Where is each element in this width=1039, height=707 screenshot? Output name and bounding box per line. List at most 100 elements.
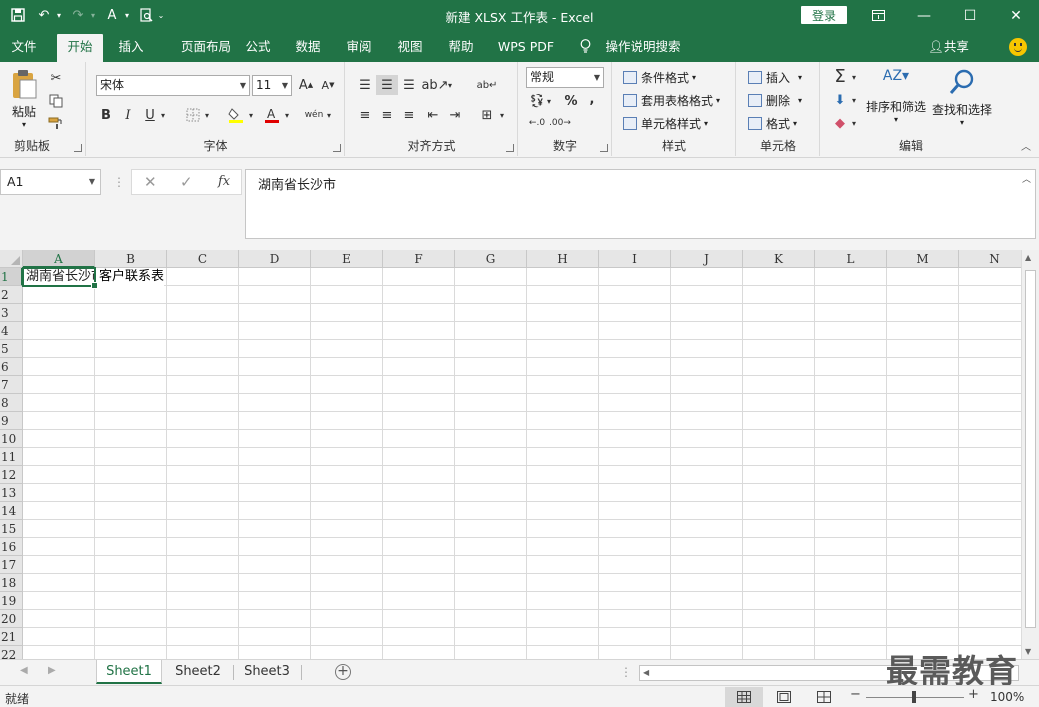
column-header-n[interactable]: N — [959, 250, 1021, 268]
align-top-icon[interactable]: ☰ — [354, 75, 376, 95]
row-header-2[interactable]: 2 — [0, 286, 23, 304]
login-button[interactable]: 登录 — [801, 6, 847, 24]
fill-icon[interactable]: ⬇ — [829, 90, 851, 110]
format-as-table-button[interactable]: 套用表格格式 ▾ — [623, 90, 720, 110]
zoom-in-icon[interactable]: + — [968, 687, 979, 702]
column-header-b[interactable]: B — [95, 250, 167, 268]
cell-area[interactable] — [23, 268, 1021, 659]
row-header-9[interactable]: 9 — [0, 412, 23, 430]
wrap-text-icon[interactable]: ab↵ — [476, 75, 498, 95]
tab-data[interactable]: 数据 — [288, 31, 328, 62]
fill-dropdown-icon[interactable]: ▾ — [849, 90, 859, 110]
sheet-tab-sheet2[interactable]: Sheet2 — [165, 660, 231, 684]
row-header-8[interactable]: 8 — [0, 394, 23, 412]
paste-button[interactable]: 粘贴 ▾ — [6, 68, 42, 129]
increase-indent-icon[interactable]: ⇥ — [444, 105, 466, 125]
tab-formulas[interactable]: 公式 — [238, 31, 278, 62]
sheet-tab-sheet3[interactable]: Sheet3 — [235, 660, 299, 684]
align-middle-icon[interactable]: ☰ — [376, 75, 398, 95]
clear-dropdown-icon[interactable]: ▾ — [849, 113, 859, 133]
collapse-formula-bar-icon[interactable]: ︿ — [1022, 172, 1031, 185]
undo-dropdown-icon[interactable]: ▾ — [54, 4, 64, 26]
row-header-17[interactable]: 17 — [0, 556, 23, 574]
prev-sheet-icon[interactable]: ◀ — [20, 665, 28, 676]
column-header-k[interactable]: K — [743, 250, 815, 268]
cell-styles-button[interactable]: 单元格样式 ▾ — [623, 113, 708, 133]
zoom-out-icon[interactable]: − — [850, 687, 861, 702]
underline-dropdown-icon[interactable]: ▾ — [157, 105, 169, 125]
italic-button[interactable]: I — [117, 105, 139, 125]
font-color-dropdown-icon[interactable]: ▾ — [122, 4, 132, 26]
name-box[interactable]: A1 ▼ — [0, 169, 101, 195]
format-painter-qat-icon[interactable]: A — [100, 4, 124, 26]
font-size-select[interactable]: 11 ▼ — [252, 75, 292, 96]
phonetic-dropdown-icon[interactable]: ▾ — [323, 105, 335, 125]
copy-icon[interactable] — [45, 91, 67, 111]
tab-insert[interactable]: 插入 — [110, 31, 152, 62]
enter-icon[interactable]: ✓ — [180, 173, 193, 191]
row-header-6[interactable]: 6 — [0, 358, 23, 376]
font-name-select[interactable]: 宋体 ▼ — [96, 75, 250, 96]
column-header-d[interactable]: D — [239, 250, 311, 268]
zoom-level[interactable]: 100% — [990, 690, 1024, 704]
zoom-slider-thumb[interactable] — [912, 691, 916, 703]
font-launcher-icon[interactable] — [333, 144, 341, 152]
minimize-icon[interactable]: — — [901, 0, 947, 31]
format-painter-icon[interactable] — [45, 113, 67, 133]
worksheet-grid[interactable]: ABCDEFGHIJKLMN 1 2 3 4 5 6 7 8 9 10 11 12 13 14 15 16 17… — [0, 250, 1021, 659]
increase-decimal-icon[interactable]: ←.0 — [526, 113, 548, 133]
row-header-12[interactable]: 12 — [0, 466, 23, 484]
column-header-c[interactable]: C — [167, 250, 239, 268]
row-header-22[interactable]: 22 — [0, 646, 23, 659]
collapse-ribbon-icon[interactable]: ︿ — [1021, 138, 1031, 153]
next-sheet-icon[interactable]: ▶ — [48, 665, 56, 676]
cell-b1[interactable]: 客户联系表 — [96, 268, 165, 286]
scroll-left-icon[interactable]: ◀ — [643, 666, 649, 680]
tell-me-search[interactable]: 操作说明搜索 — [603, 31, 683, 62]
accounting-dropdown-icon[interactable]: ▾ — [544, 91, 554, 111]
row-header-7[interactable]: 7 — [0, 376, 23, 394]
tab-wps-pdf[interactable]: WPS PDF — [493, 31, 559, 62]
row-header-13[interactable]: 13 — [0, 484, 23, 502]
alignment-launcher-icon[interactable] — [506, 144, 514, 152]
undo-icon[interactable]: ↶ — [32, 4, 56, 26]
number-format-select[interactable]: 常规 ▼ — [526, 67, 604, 88]
number-launcher-icon[interactable] — [600, 144, 608, 152]
row-header-19[interactable]: 19 — [0, 592, 23, 610]
close-icon[interactable]: ✕ — [993, 0, 1039, 31]
fill-color-dropdown-icon[interactable]: ▾ — [245, 105, 257, 125]
conditional-formatting-button[interactable]: 条件格式 ▾ — [623, 67, 696, 87]
maximize-icon[interactable]: ☐ — [947, 0, 993, 31]
tab-help[interactable]: 帮助 — [441, 31, 481, 62]
borders-dropdown-icon[interactable]: ▾ — [201, 105, 213, 125]
save-icon[interactable] — [6, 4, 30, 26]
page-layout-view-button[interactable] — [765, 687, 803, 707]
row-header-3[interactable]: 3 — [0, 304, 23, 322]
clipboard-launcher-icon[interactable] — [74, 144, 82, 152]
page-break-view-button[interactable] — [805, 687, 843, 707]
insert-cells-button[interactable]: 插入 ▾ — [748, 67, 802, 87]
sort-filter-button[interactable]: AZ▾ 排序和筛选 ▾ — [863, 68, 929, 124]
normal-view-button[interactable] — [725, 687, 763, 707]
percent-style-button[interactable]: % — [560, 91, 582, 111]
find-select-button[interactable]: 查找和选择 ▾ — [929, 68, 995, 127]
align-center-icon[interactable]: ≡ — [376, 105, 398, 125]
align-left-icon[interactable]: ≡ — [354, 105, 376, 125]
decrease-decimal-icon[interactable]: .00→ — [549, 113, 571, 133]
sheet-tab-sheet1[interactable]: Sheet1 — [96, 660, 162, 684]
vertical-scroll-thumb[interactable] — [1025, 270, 1036, 628]
merge-center-icon[interactable]: ⊞ — [476, 105, 498, 125]
tab-home[interactable]: 开始 — [57, 34, 103, 62]
decrease-font-size-icon[interactable]: A ▼ — [317, 75, 339, 95]
phonetic-guide-icon[interactable]: wén — [303, 105, 325, 125]
orientation-icon[interactable]: ab↗ — [421, 75, 448, 95]
column-header-e[interactable]: E — [311, 250, 383, 268]
font-color-icon[interactable]: A — [261, 105, 283, 125]
row-header-20[interactable]: 20 — [0, 610, 23, 628]
increase-font-size-icon[interactable]: A ▲ — [295, 75, 317, 95]
formula-input[interactable]: 湖南省长沙市 ︿ — [245, 169, 1036, 239]
font-color-dropdown-icon[interactable]: ▾ — [281, 105, 293, 125]
row-header-1[interactable]: 1 — [0, 268, 23, 286]
redo-dropdown-icon[interactable]: ▾ — [88, 4, 98, 26]
vertical-scrollbar[interactable]: ▲ ▼ — [1021, 250, 1039, 659]
